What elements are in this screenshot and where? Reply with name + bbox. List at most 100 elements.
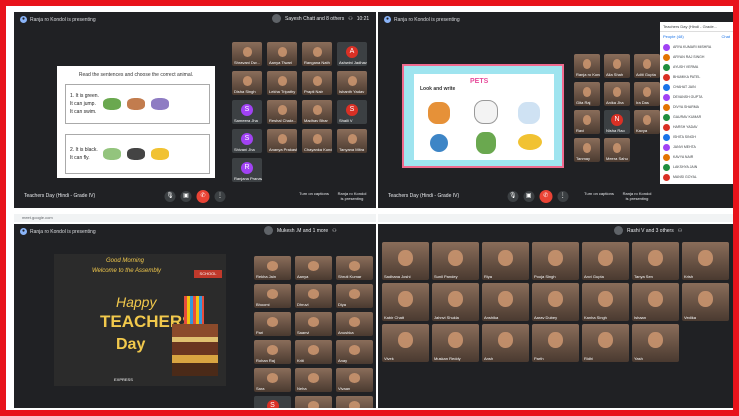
participant-tile[interactable]: S Sameera Jha (232, 100, 262, 124)
participant-tile[interactable]: Anika Jha (604, 82, 630, 106)
hang-up-button[interactable]: ✆ (196, 189, 210, 203)
mic-icon[interactable]: 🎙 (164, 190, 176, 202)
participant-tile[interactable]: Bhoomi (254, 284, 291, 308)
hang-up-button[interactable]: ✆ (539, 189, 553, 203)
participant-tile[interactable]: Anushka (336, 312, 373, 336)
people-list-item[interactable]: JANVI MEHTA (663, 142, 730, 152)
people-list-item[interactable]: ARYAN RAJ SINGH (663, 52, 730, 62)
participant-tile[interactable]: Krish (682, 242, 729, 280)
participant-tile[interactable]: Ranja ro Kondol (574, 54, 600, 78)
participant-tile[interactable]: Shourya (295, 396, 332, 408)
participant-tile[interactable]: Vivaan (336, 368, 373, 392)
participant-tile[interactable]: A Ashwini Jadhav (337, 42, 367, 66)
more-options-icon[interactable]: ⋮ (557, 190, 569, 202)
participant-tile[interactable]: Tanyana Mitra (337, 129, 367, 153)
participant-tile[interactable]: Madhav Bhar (302, 100, 332, 124)
participant-tile[interactable]: Saanvi (295, 312, 332, 336)
person-name: JANVI MEHTA (673, 145, 696, 149)
participant-tile[interactable]: Pari (254, 312, 291, 336)
people-list-item[interactable]: DEVANSH GUPTA (663, 92, 730, 102)
more-options-icon[interactable]: ⋮ (214, 190, 226, 202)
people-list-item[interactable]: KAVYA NAIR (663, 152, 730, 162)
participant-tile[interactable]: Lekha Tripathy (267, 71, 297, 95)
participant-tile[interactable]: Muskan Reddy (432, 324, 479, 362)
participant-tile[interactable]: Dhruvi (295, 284, 332, 308)
participant-tile[interactable]: Kavya (634, 110, 660, 134)
participant-tile[interactable]: Shravani Dw... (232, 42, 262, 66)
participant-tile[interactable]: Sara (254, 368, 291, 392)
participant-tile[interactable]: Sadhana Joshi (382, 242, 429, 280)
people-icon[interactable]: ⚇ (348, 16, 352, 22)
participant-tile[interactable]: Chayanka Kundu (302, 129, 332, 153)
participant-tile[interactable]: Ira Das (634, 82, 660, 106)
mic-icon[interactable]: 🎙 (507, 190, 519, 202)
participant-tile[interactable]: Aanya (295, 256, 332, 280)
people-list-item[interactable]: GAURAV KUMAR (663, 112, 730, 122)
participant-tile[interactable]: N Nisha Rao (604, 110, 630, 134)
participant-tile[interactable]: Shruti Kumar (336, 256, 373, 280)
participant-tile[interactable]: Pooja Singh (532, 242, 579, 280)
people-list-item[interactable]: HARSH YADAV (663, 122, 730, 132)
participant-tile[interactable]: Ridhi (582, 324, 629, 362)
participant-tile[interactable]: Vivek (382, 324, 429, 362)
people-list-item[interactable]: DIVYA SHARMA (663, 102, 730, 112)
pencils-image (184, 296, 204, 324)
participant-tile[interactable]: SSuraj Lakhan (254, 396, 291, 408)
camera-icon[interactable]: ▣ (180, 190, 192, 202)
participant-tile[interactable]: Parth (532, 324, 579, 362)
presenting-indicator: ● Ranja ro Kondol is presenting (20, 16, 96, 23)
people-list-item[interactable]: LAKSHYA JAIN (663, 162, 730, 172)
participant-tile[interactable]: Ishanth Yadav (337, 71, 367, 95)
participant-tile[interactable]: Ishaan (632, 283, 679, 321)
participant-tile[interactable]: Disha Singh (232, 71, 262, 95)
participant-tile[interactable]: R Ranjana Pranav (232, 158, 262, 182)
participant-tile[interactable]: Prapti Nair (302, 71, 332, 95)
participant-tile[interactable]: Aarav Dubey (532, 283, 579, 321)
participant-tile[interactable]: Kabir Chatt (382, 283, 429, 321)
participant-tile[interactable]: Yash (632, 324, 679, 362)
participant-tile[interactable]: Jahnvi Shukla (432, 283, 479, 321)
people-list-item[interactable]: ARYA KUMARI MISHRA (663, 42, 730, 52)
participant-tile[interactable]: S Shivani Jha (232, 129, 262, 153)
captions-button[interactable]: Turn on captions (583, 191, 615, 201)
participant-tile[interactable]: Rohan Raj (254, 340, 291, 364)
participant-tile[interactable]: Anvi Gupta (582, 242, 629, 280)
people-list-item[interactable]: AYUSH VERMA (663, 62, 730, 72)
tab-people[interactable]: People (48) (663, 34, 684, 39)
people-list-item[interactable]: BHUMIKA PATEL (663, 72, 730, 82)
participant-tile[interactable]: Meera Sahu (604, 138, 630, 162)
tab-chat[interactable]: Chat (722, 34, 730, 39)
participant-tile[interactable]: Rangana Nath (302, 42, 332, 66)
participant-tile[interactable]: Ansh (482, 324, 529, 362)
participant-tile[interactable]: Neha (295, 368, 332, 392)
participant-tile[interactable]: Rekha Jain (254, 256, 291, 280)
participant-tile[interactable]: Aditi Gupta (634, 54, 660, 78)
people-icon[interactable]: ⚇ (678, 228, 682, 234)
presenting-button[interactable]: Ranja ro Kondol is presenting (621, 191, 653, 201)
participant-tile[interactable]: Riya (482, 242, 529, 280)
people-list-item[interactable]: MANSI GOYAL (663, 172, 730, 182)
people-list-item[interactable]: CHAHAT JAIN (663, 82, 730, 92)
participant-tile[interactable]: Kanha Singh (582, 283, 629, 321)
participant-tile[interactable]: Anshika (482, 283, 529, 321)
captions-button[interactable]: Turn on captions (298, 191, 330, 201)
participant-tile[interactable]: Kriti (295, 340, 332, 364)
participant-tile[interactable]: Diya (336, 284, 373, 308)
participant-tile[interactable]: Anay (336, 340, 373, 364)
participant-tile[interactable]: Gita Raj (574, 82, 600, 106)
camera-icon[interactable]: ▣ (523, 190, 535, 202)
participant-tile[interactable]: Vedika (682, 283, 729, 321)
people-icon[interactable]: ⚇ (332, 228, 336, 234)
participant-tile[interactable]: Ravi (574, 110, 600, 134)
participant-tile[interactable]: Reshal Chakr... (267, 100, 297, 124)
participant-tile[interactable]: Tanmay (574, 138, 600, 162)
participant-tile[interactable]: Tanya Sen (632, 242, 679, 280)
participant-tile[interactable]: Alia Shah (604, 54, 630, 78)
participant-tile[interactable]: Samarth Bala (336, 396, 373, 408)
participant-tile[interactable]: Aanya Tiwari (267, 42, 297, 66)
people-list-item[interactable]: ISHITA SINGH (663, 132, 730, 142)
participant-tile[interactable]: Ananya Prakash (267, 129, 297, 153)
presenting-button[interactable]: Ranja ro Kondol is presenting (336, 191, 368, 201)
participant-tile[interactable]: Sunil Pandey (432, 242, 479, 280)
participant-tile[interactable]: S Shaili V (337, 100, 367, 124)
